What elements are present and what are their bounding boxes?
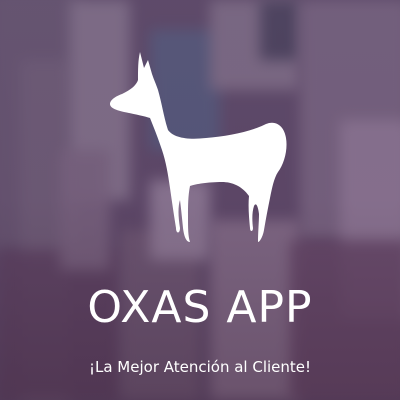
splash-screen: OXAS APP ¡La Mejor Atención al Cliente! xyxy=(0,0,400,400)
llama-icon xyxy=(110,52,287,242)
app-title: OXAS APP xyxy=(87,282,313,333)
app-tagline: ¡La Mejor Atención al Cliente! xyxy=(88,358,312,376)
